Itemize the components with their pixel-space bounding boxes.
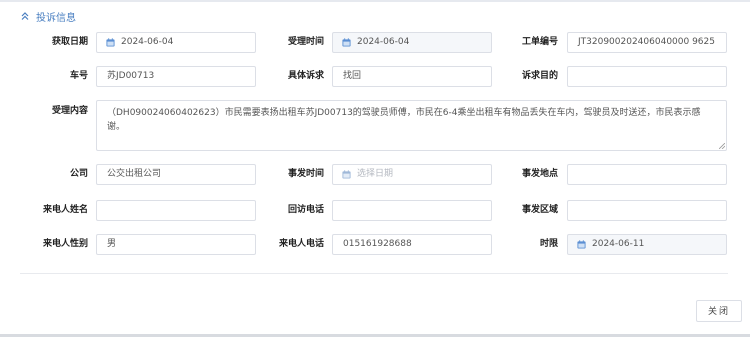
caller-name-field[interactable] xyxy=(96,200,256,221)
caller-phone-label: 来电人电话 xyxy=(278,239,324,249)
specific-appeal-field[interactable]: 找回 xyxy=(332,66,492,87)
ticket-no-label: 工单编号 xyxy=(521,37,558,47)
callback-phone-label: 回访电话 xyxy=(287,205,324,215)
plate-field[interactable]: 苏JD00713 xyxy=(96,66,256,87)
accept-time-field[interactable]: 2024-06-04 xyxy=(332,32,492,53)
plate-label: 车号 xyxy=(69,71,88,81)
incident-place-field[interactable] xyxy=(567,164,727,185)
incident-time-placeholder: 选择日期 xyxy=(357,169,394,179)
calendar-icon xyxy=(342,170,351,179)
section-header[interactable]: 投诉信息 xyxy=(20,9,76,24)
incident-place-label: 事发地点 xyxy=(521,169,558,179)
incident-area-label: 事发区域 xyxy=(521,205,558,215)
get-date-value: 2024-06-04 xyxy=(121,37,174,47)
caller-phone-field[interactable]: 015161928688 xyxy=(332,234,492,255)
divider xyxy=(20,273,728,274)
top-border xyxy=(0,0,750,2)
accept-content-value: （DH090024060402623）市民需要表扬出租车苏JD00713的驾驶员… xyxy=(107,108,701,132)
caller-gender-field[interactable]: 男 xyxy=(96,234,256,255)
caller-gender-label: 来电人性别 xyxy=(42,239,88,249)
incident-time-field[interactable]: 选择日期 xyxy=(332,164,492,185)
chevrons-up-icon[interactable] xyxy=(20,11,30,21)
accept-time-value: 2024-06-04 xyxy=(357,37,410,47)
accept-content-label: 受理内容 xyxy=(51,106,88,116)
calendar-icon xyxy=(106,38,115,47)
time-limit-field[interactable]: 2024-06-11 xyxy=(567,234,727,255)
resize-handle-icon[interactable] xyxy=(719,143,725,149)
appeal-purpose-label: 诉求目的 xyxy=(521,71,558,81)
accept-content-textarea[interactable]: （DH090024060402623）市民需要表扬出租车苏JD00713的驾驶员… xyxy=(96,100,727,151)
calendar-icon xyxy=(577,240,586,249)
time-limit-label: 时限 xyxy=(539,239,558,249)
calendar-icon xyxy=(342,38,351,47)
callback-phone-field[interactable] xyxy=(332,200,492,221)
section-title: 投诉信息 xyxy=(36,12,76,24)
specific-appeal-label: 具体诉求 xyxy=(287,71,324,81)
time-limit-value: 2024-06-11 xyxy=(592,239,645,249)
get-date-label: 获取日期 xyxy=(51,37,88,47)
company-field[interactable]: 公交出租公司 xyxy=(96,164,256,185)
incident-time-label: 事发时间 xyxy=(287,169,324,179)
get-date-field[interactable]: 2024-06-04 xyxy=(96,32,256,53)
incident-area-field[interactable] xyxy=(567,200,727,221)
close-button[interactable]: 关闭 xyxy=(696,300,742,322)
caller-name-label: 来电人姓名 xyxy=(42,205,88,215)
appeal-purpose-field[interactable] xyxy=(567,66,727,87)
company-label: 公司 xyxy=(69,169,88,179)
ticket-no-field[interactable]: JT320900202406040000 9625 xyxy=(567,32,727,53)
accept-time-label: 受理时间 xyxy=(287,37,324,47)
